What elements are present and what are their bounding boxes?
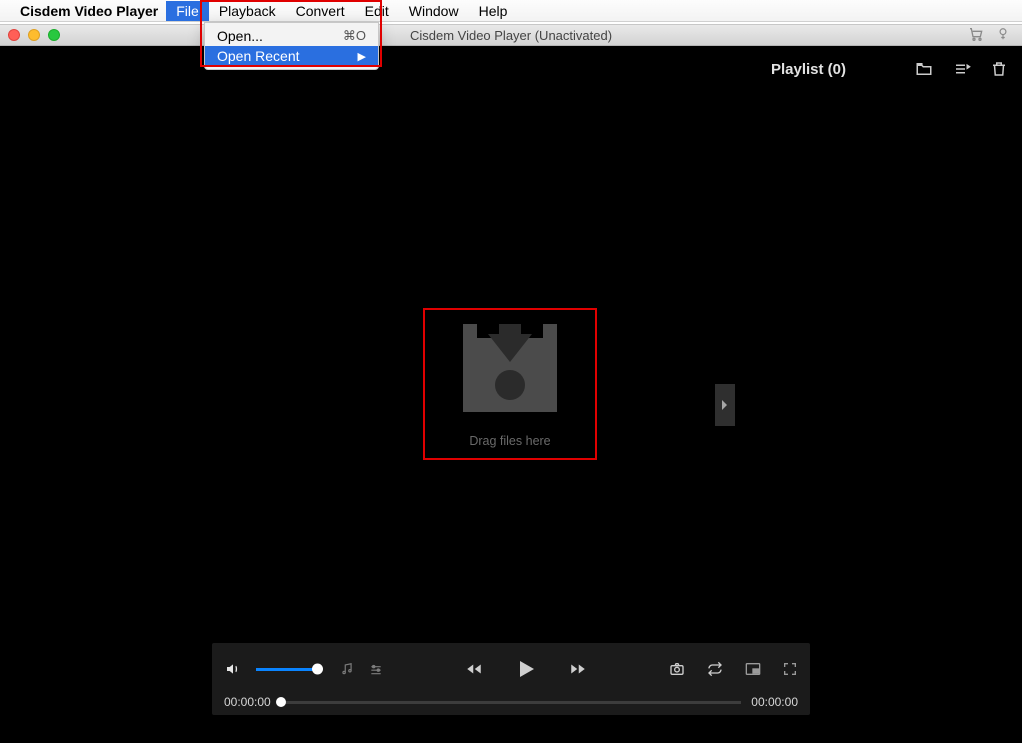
menu-item-open[interactable]: Open... ⌘O xyxy=(205,26,378,46)
menu-item-open-shortcut: ⌘O xyxy=(343,28,366,44)
submenu-arrow-icon: ▶ xyxy=(358,50,366,63)
menu-file[interactable]: File xyxy=(166,1,209,21)
control-bar: 00:00:00 00:00:00 xyxy=(212,643,810,715)
window-title: Cisdem Video Player (Unactivated) xyxy=(410,28,612,43)
drop-zone[interactable]: Drag files here xyxy=(423,308,597,460)
key-icon[interactable] xyxy=(996,26,1010,45)
menu-help[interactable]: Help xyxy=(469,1,518,21)
fullscreen-icon[interactable] xyxy=(782,661,798,677)
menu-edit[interactable]: Edit xyxy=(355,1,399,21)
menu-item-open-recent-label: Open Recent xyxy=(217,48,300,64)
file-menu-dropdown: Open... ⌘O Open Recent ▶ xyxy=(204,22,379,70)
cart-icon[interactable] xyxy=(968,26,984,45)
menu-convert[interactable]: Convert xyxy=(286,1,355,21)
drop-zone-text: Drag files here xyxy=(469,434,550,448)
window-titlebar: Cisdem Video Player (Unactivated) xyxy=(0,24,1022,46)
forward-button[interactable] xyxy=(566,660,590,678)
expand-sidebar-button[interactable] xyxy=(715,384,735,426)
menu-item-open-label: Open... xyxy=(217,28,263,44)
mac-menubar: Cisdem Video Player File Playback Conver… xyxy=(0,0,1022,22)
traffic-lights xyxy=(8,29,60,41)
music-note-icon[interactable] xyxy=(340,661,354,677)
menu-playback[interactable]: Playback xyxy=(209,1,286,21)
pip-icon[interactable] xyxy=(744,661,762,677)
playlist-header: Playlist (0) xyxy=(771,60,1008,78)
menu-window[interactable]: Window xyxy=(399,1,469,21)
playlist-label: Playlist (0) xyxy=(771,61,846,78)
download-tray-icon xyxy=(463,324,557,412)
play-button[interactable] xyxy=(514,657,538,681)
snapshot-icon[interactable] xyxy=(668,661,686,677)
equalizer-icon[interactable] xyxy=(368,662,384,676)
window-close-button[interactable] xyxy=(8,29,20,41)
player-area: Playlist (0) Drag files here xyxy=(0,46,1022,743)
time-elapsed: 00:00:00 xyxy=(224,695,271,709)
menu-item-open-recent[interactable]: Open Recent ▶ xyxy=(205,46,378,66)
window-minimize-button[interactable] xyxy=(28,29,40,41)
seek-bar[interactable] xyxy=(281,701,742,704)
open-folder-icon[interactable] xyxy=(914,60,934,78)
rewind-button[interactable] xyxy=(462,660,486,678)
loop-icon[interactable] xyxy=(706,661,724,677)
trash-icon[interactable] xyxy=(990,60,1008,78)
window-maximize-button[interactable] xyxy=(48,29,60,41)
playlist-list-icon[interactable] xyxy=(952,60,972,78)
volume-slider[interactable] xyxy=(256,668,318,671)
volume-icon[interactable] xyxy=(224,661,242,677)
time-total: 00:00:00 xyxy=(751,695,798,709)
app-name[interactable]: Cisdem Video Player xyxy=(20,3,158,19)
transport-controls xyxy=(462,657,590,681)
